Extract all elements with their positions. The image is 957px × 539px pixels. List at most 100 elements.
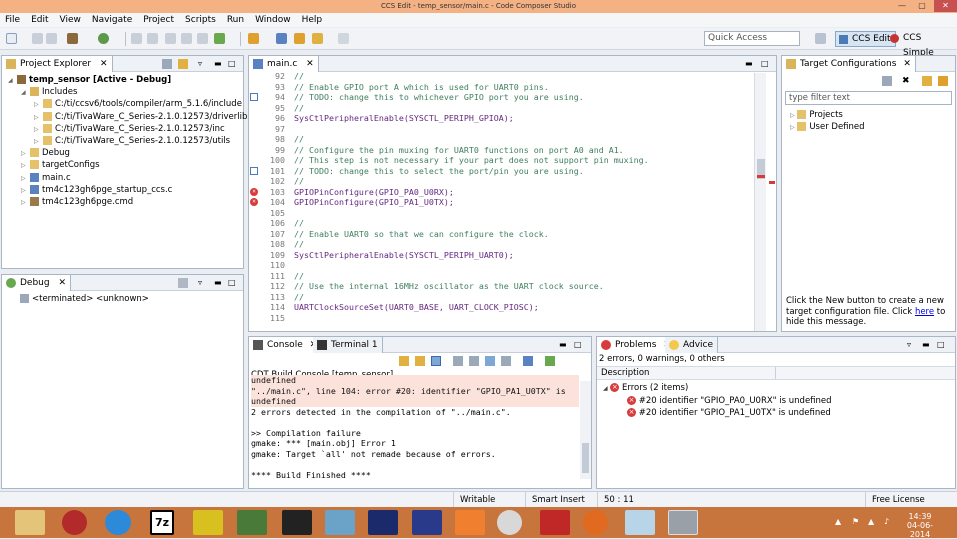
save-all-icon[interactable] (46, 33, 57, 44)
minimize-view-icon[interactable]: ▬ (214, 278, 224, 288)
expand-icon[interactable]: ▷ (21, 160, 30, 172)
close-button[interactable]: ✕ (934, 0, 957, 12)
minimize-view-icon[interactable]: ▬ (745, 59, 755, 69)
expand-icon[interactable]: ▷ (34, 136, 43, 148)
code-line[interactable]: 95 // (248, 103, 768, 114)
expand-icon[interactable]: ▷ (21, 173, 30, 185)
code-line[interactable]: 108 // (248, 239, 768, 250)
minimize-button[interactable]: — (892, 0, 912, 12)
media-player-icon[interactable] (282, 510, 312, 535)
filter-input[interactable]: type filter text (785, 91, 952, 105)
errors-group[interactable]: ◢ × Errors (2 items) (603, 382, 688, 394)
project-tree-item[interactable]: ◢ temp_sensor [Active - Debug] (8, 74, 171, 86)
perspective-ccs-simple[interactable]: CCS Simple (887, 31, 957, 58)
code-line[interactable]: 96 SysCtlPeripheralEnable(SYSCTL_PERIPH_G… (248, 113, 768, 124)
view-menu-icon[interactable]: ▿ (198, 59, 208, 69)
run-icon[interactable] (214, 33, 225, 44)
build-hammer-icon[interactable] (67, 33, 78, 44)
code-line[interactable]: 114 UARTClockSourceSet(UART0_BASE, UART_C… (248, 302, 768, 313)
undo-icon[interactable] (147, 33, 158, 44)
app-icon[interactable] (237, 510, 267, 535)
project-tree-item[interactable]: ▷ Debug (21, 147, 70, 159)
file-explorer-icon[interactable] (15, 510, 45, 535)
terminate-icon[interactable] (197, 33, 208, 44)
problem-item[interactable]: × #20 identifier "GPIO_PA1_U0TX" is unde… (627, 407, 831, 419)
tab-main-c[interactable]: main.c ✕ (249, 56, 319, 72)
network-icon[interactable]: ▲ (868, 517, 874, 526)
debug-item[interactable]: <terminated> <unknown> (20, 293, 149, 305)
code-line[interactable]: 109 SysCtlPeripheralEnable(SYSCTL_PERIPH_… (248, 250, 768, 261)
expand-icon[interactable]: ▷ (790, 112, 795, 119)
console-scrollbar[interactable] (580, 381, 591, 479)
open-console-icon[interactable] (523, 356, 533, 366)
link-editor-icon[interactable] (178, 59, 188, 69)
chrome-icon[interactable] (497, 510, 522, 535)
remove-terminated-icon[interactable] (178, 278, 188, 288)
quick-access-input[interactable]: Quick Access (704, 31, 800, 46)
project-tree-item[interactable]: ▷ C:/ti/ccsv6/tools/compiler/arm_5.1.6/in… (34, 98, 242, 110)
project-tree-item[interactable]: ▷ C:/ti/TivaWare_C_Series-2.1.0.12573/dri… (34, 111, 247, 123)
7zip-icon[interactable]: 7z (150, 510, 174, 535)
import-icon[interactable] (922, 76, 932, 86)
view-menu-icon[interactable]: ▿ (907, 340, 917, 350)
annotation-icon[interactable] (294, 33, 305, 44)
expand-icon[interactable]: ▷ (21, 185, 30, 197)
code-line[interactable]: 93 // Enable GPIO port A which is used fo… (248, 82, 768, 93)
code-line[interactable]: 101 // TODO: change this to select the po… (248, 166, 768, 177)
step-icon[interactable] (131, 33, 142, 44)
tab-terminal[interactable]: Terminal 1 (313, 337, 383, 353)
tree-projects[interactable]: ▷ Projects (790, 109, 843, 121)
code-line[interactable]: 92 // (248, 71, 768, 82)
tab-console[interactable]: Console ✕ (249, 337, 323, 353)
firefox-icon[interactable] (583, 510, 608, 535)
project-tree-item[interactable]: ▷ tm4c123gh6pge.cmd (21, 196, 133, 208)
display-console-icon[interactable] (501, 356, 511, 366)
forward-arrow-icon[interactable] (338, 33, 349, 44)
hide-message-link[interactable]: here (915, 307, 934, 317)
code-line[interactable]: 110 (248, 260, 768, 271)
menu-file[interactable]: File (5, 13, 20, 27)
expand-icon[interactable]: ▷ (790, 124, 795, 131)
picmicro-icon[interactable] (540, 510, 570, 535)
internet-explorer-icon[interactable] (105, 510, 131, 535)
code-line[interactable]: 102 // (248, 176, 768, 187)
overview-error-mark[interactable] (769, 181, 775, 184)
close-tab-icon[interactable]: ✕ (100, 59, 108, 69)
tab-advice[interactable]: Advice (665, 337, 719, 353)
tab-project-explorer[interactable]: Project Explorer ✕ (2, 56, 113, 72)
pin-icon[interactable] (248, 33, 259, 44)
code-line[interactable]: 112 // Use the internal 16MHz oscillator … (248, 281, 768, 292)
minimize-view-icon[interactable]: ▬ (559, 340, 569, 350)
collapse-icon[interactable]: ◢ (8, 75, 17, 87)
code-line[interactable]: 98 // (248, 134, 768, 145)
tab-target-configurations[interactable]: Target Configurations ✕ (782, 56, 916, 72)
tree-user-defined[interactable]: ▷ User Defined (790, 121, 865, 133)
column-description[interactable]: Description (597, 366, 955, 380)
tray-flag-icon[interactable]: ⚑ (852, 517, 859, 526)
installer-icon[interactable] (325, 510, 355, 535)
project-tree-item[interactable]: ▷ C:/ti/TivaWare_C_Series-2.1.0.12573/inc (34, 123, 225, 135)
code-line[interactable]: 97 (248, 124, 768, 135)
minimize-view-icon[interactable]: ▬ (922, 340, 932, 350)
expand-icon[interactable]: ▷ (34, 112, 43, 124)
maximize-button[interactable]: ▢ (912, 0, 932, 12)
clear-console-icon[interactable] (453, 356, 463, 366)
project-tree-item[interactable]: ▷ main.c (21, 172, 71, 184)
new-target-icon[interactable] (882, 76, 892, 86)
toggle-view-icon[interactable] (276, 33, 287, 44)
code-line[interactable]: × 104 GPIOPinConfigure(GPIO_PA1_U0TX); (248, 197, 768, 208)
checkmark-app-icon[interactable] (412, 510, 442, 535)
scroll-thumb[interactable] (582, 443, 589, 473)
code-line[interactable]: 94 // TODO: change this to whichever GPIO… (248, 92, 768, 103)
expand-icon[interactable]: ▷ (34, 124, 43, 136)
back-arrow-icon[interactable] (312, 33, 323, 44)
collapse-icon[interactable]: ◢ (603, 385, 608, 392)
tab-debug[interactable]: Debug ✕ (2, 275, 72, 291)
clock[interactable]: 14:39 04-06-2014 (898, 512, 942, 539)
debug-bug-icon[interactable] (98, 33, 109, 44)
refresh-icon[interactable] (938, 76, 948, 86)
ccs-icon[interactable] (368, 510, 398, 535)
view-menu-icon[interactable]: ▿ (198, 278, 208, 288)
close-tab-icon[interactable]: ✕ (306, 59, 314, 69)
collapse-icon[interactable]: ◢ (21, 87, 30, 99)
